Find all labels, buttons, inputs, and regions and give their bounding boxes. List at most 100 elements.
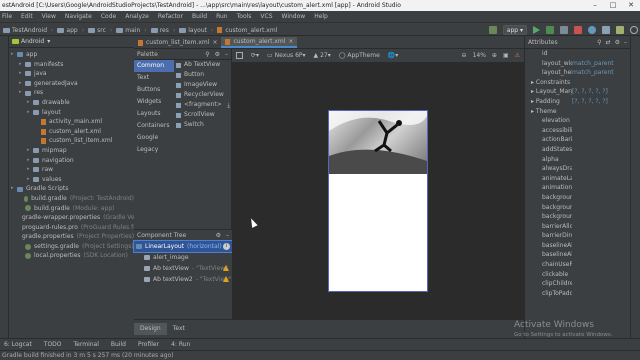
close-tab-icon[interactable]: ×	[288, 38, 293, 45]
minimize-panel-icon[interactable]: –	[225, 51, 228, 58]
avd-manager-icon[interactable]	[602, 26, 610, 34]
breadcrumb-item[interactable]: app	[54, 23, 80, 37]
attribute-row[interactable]: alwaysDrawnW	[525, 164, 630, 174]
attribute-row[interactable]: barrierAllowsG	[525, 222, 630, 232]
tab-text[interactable]: Text	[167, 323, 191, 335]
layers-icon[interactable]	[236, 52, 243, 59]
palette-item[interactable]: Ab TextView	[174, 60, 232, 70]
attribute-row[interactable]: ▸ Layout_Margin[?, ?, ?, ?, ?]	[525, 87, 630, 97]
menu-item-edit[interactable]: Edit	[21, 13, 33, 20]
palette-category[interactable]: Common	[134, 60, 174, 72]
menu-item-code[interactable]: Code	[101, 13, 116, 20]
attribute-row[interactable]: accessibilityLiv	[525, 126, 630, 136]
alert-image-preview[interactable]	[329, 111, 427, 174]
tab-design[interactable]: Design	[134, 323, 167, 335]
search-icon[interactable]: ⚲	[205, 51, 209, 58]
attribute-value[interactable]: match_parent	[572, 68, 614, 78]
attribute-value[interactable]: [?, ?, ?, ?, ?]	[572, 97, 608, 107]
run-config-select[interactable]: app ▾	[502, 25, 527, 35]
run-icon[interactable]	[533, 26, 540, 34]
attribute-row[interactable]: clickable	[525, 270, 630, 280]
hammer-icon[interactable]	[488, 26, 497, 34]
search-icon[interactable]: ⚲	[597, 39, 601, 46]
attribute-row[interactable]: elevation	[525, 116, 630, 126]
palette-item[interactable]: ImageView	[174, 80, 232, 90]
palette-item[interactable]: RecyclerView	[174, 90, 232, 100]
attribute-row[interactable]: layout_heightmatch_parent	[525, 68, 630, 78]
component-tree-row[interactable]: Ab textView - "TextView"	[134, 263, 232, 274]
component-tree-row[interactable]: Ab textView2- "TextView"	[134, 274, 232, 285]
menu-item-vcs[interactable]: VCS	[260, 13, 272, 20]
attribute-row[interactable]: animationCach	[525, 183, 630, 193]
attribute-row[interactable]: chainUseRtl	[525, 260, 630, 270]
locale-icon[interactable]: 🌐▾	[388, 52, 398, 59]
project-view-selector[interactable]: Android ▾	[9, 36, 134, 48]
component-tree-row[interactable]: LinearLayout (horizontal) i	[133, 240, 233, 253]
sync-icon[interactable]	[588, 26, 596, 34]
tree-item[interactable]: custom_alert.xml	[9, 127, 134, 137]
tree-item[interactable]: gradle.properties (Project Properties)	[9, 232, 134, 242]
tree-item[interactable]: custom_list_item.xml	[9, 136, 134, 146]
minimize-panel-icon[interactable]: –	[226, 232, 229, 239]
breadcrumb-item[interactable]: src	[85, 23, 109, 37]
debug-icon[interactable]	[546, 26, 554, 34]
tree-item[interactable]: ▸ generatedJava	[9, 79, 134, 89]
attribute-row[interactable]: actionBarite	[525, 135, 630, 145]
orientation-icon[interactable]: ⟳▾	[251, 52, 259, 59]
tree-item[interactable]: ▸ manifests	[9, 60, 134, 70]
warning-icon[interactable]	[223, 276, 229, 282]
tree-item[interactable]: ▸ mipmap	[9, 146, 134, 156]
zoom-out-icon[interactable]: ⊖	[462, 52, 467, 59]
menu-item-refactor[interactable]: Refactor	[158, 13, 183, 20]
search-icon[interactable]	[630, 26, 638, 34]
attribute-row[interactable]: layout_widthmatch_parent	[525, 59, 630, 69]
attribute-row[interactable]: backgroundTin	[525, 212, 630, 222]
palette-item[interactable]: <fragment>	[174, 100, 232, 110]
palette-item[interactable]: Button	[174, 70, 232, 80]
tree-item[interactable]: build.gradle (Project: TestAndroid)	[9, 194, 134, 204]
menu-item-run[interactable]: Run	[216, 13, 228, 20]
tool-window-button[interactable]: Terminal	[74, 341, 99, 348]
menu-item-analyze[interactable]: Analyze	[125, 13, 149, 20]
menu-item-tools[interactable]: Tools	[237, 13, 252, 20]
zoom-in-icon[interactable]: ⊕	[492, 52, 497, 59]
tool-window-button[interactable]: Profiler	[138, 341, 159, 348]
maximize-icon[interactable]: □	[604, 0, 622, 11]
tree-item[interactable]: ▸ Gradle Scripts	[9, 184, 134, 194]
breadcrumb-item[interactable]: custom_alert.xml	[214, 23, 280, 37]
menu-item-window[interactable]: Window	[282, 13, 306, 20]
palette-category[interactable]: Text	[134, 72, 174, 84]
gear-icon[interactable]: ⚙	[215, 51, 220, 58]
profile-icon[interactable]	[560, 26, 568, 34]
tree-item[interactable]: ▸ layout	[9, 108, 134, 118]
attribute-row[interactable]: ▸ Theme	[525, 107, 630, 117]
stop-icon[interactable]	[574, 26, 582, 34]
palette-item[interactable]: ScrollView	[174, 110, 232, 120]
layout-preview[interactable]	[328, 110, 428, 292]
attribute-row[interactable]: animateLayout	[525, 174, 630, 184]
menu-item-file[interactable]: File	[2, 13, 12, 20]
tree-item[interactable]: local.properties (SDK Location)	[9, 251, 134, 261]
attribute-row[interactable]: backgroundTin	[525, 203, 630, 213]
tree-item[interactable]: ▸ app	[9, 50, 134, 60]
attribute-row[interactable]: clipToPadding	[525, 289, 630, 299]
tool-window-button[interactable]: 6: Logcat	[4, 341, 32, 348]
device-select[interactable]: ▭ Nexus 6P▾	[267, 52, 306, 59]
tree-item[interactable]: build.gradle (Module: app)	[9, 204, 134, 214]
palette-category[interactable]: Legacy	[134, 144, 174, 156]
tree-item[interactable]: ▸ values	[9, 175, 134, 185]
attribute-row[interactable]: ▸ Constraints	[525, 78, 630, 88]
tree-item[interactable]: ▸ java	[9, 69, 134, 79]
warning-icon[interactable]	[223, 265, 229, 271]
attribute-row[interactable]: background	[525, 193, 630, 203]
palette-item[interactable]: Switch	[174, 120, 232, 130]
attribute-row[interactable]: addStatesFrom	[525, 145, 630, 155]
menu-item-help[interactable]: Help	[314, 13, 328, 20]
attribute-row[interactable]: id	[525, 49, 630, 59]
attribute-row[interactable]: clipChildren	[525, 279, 630, 289]
close-tab-icon[interactable]: ×	[212, 39, 217, 46]
minimize-panel-icon[interactable]: –	[624, 39, 627, 46]
breadcrumb-item[interactable]: layout	[176, 23, 210, 37]
tool-window-button[interactable]: Build	[111, 341, 126, 348]
tree-item[interactable]: gradle-wrapper.properties(Gradle Version	[9, 213, 134, 223]
